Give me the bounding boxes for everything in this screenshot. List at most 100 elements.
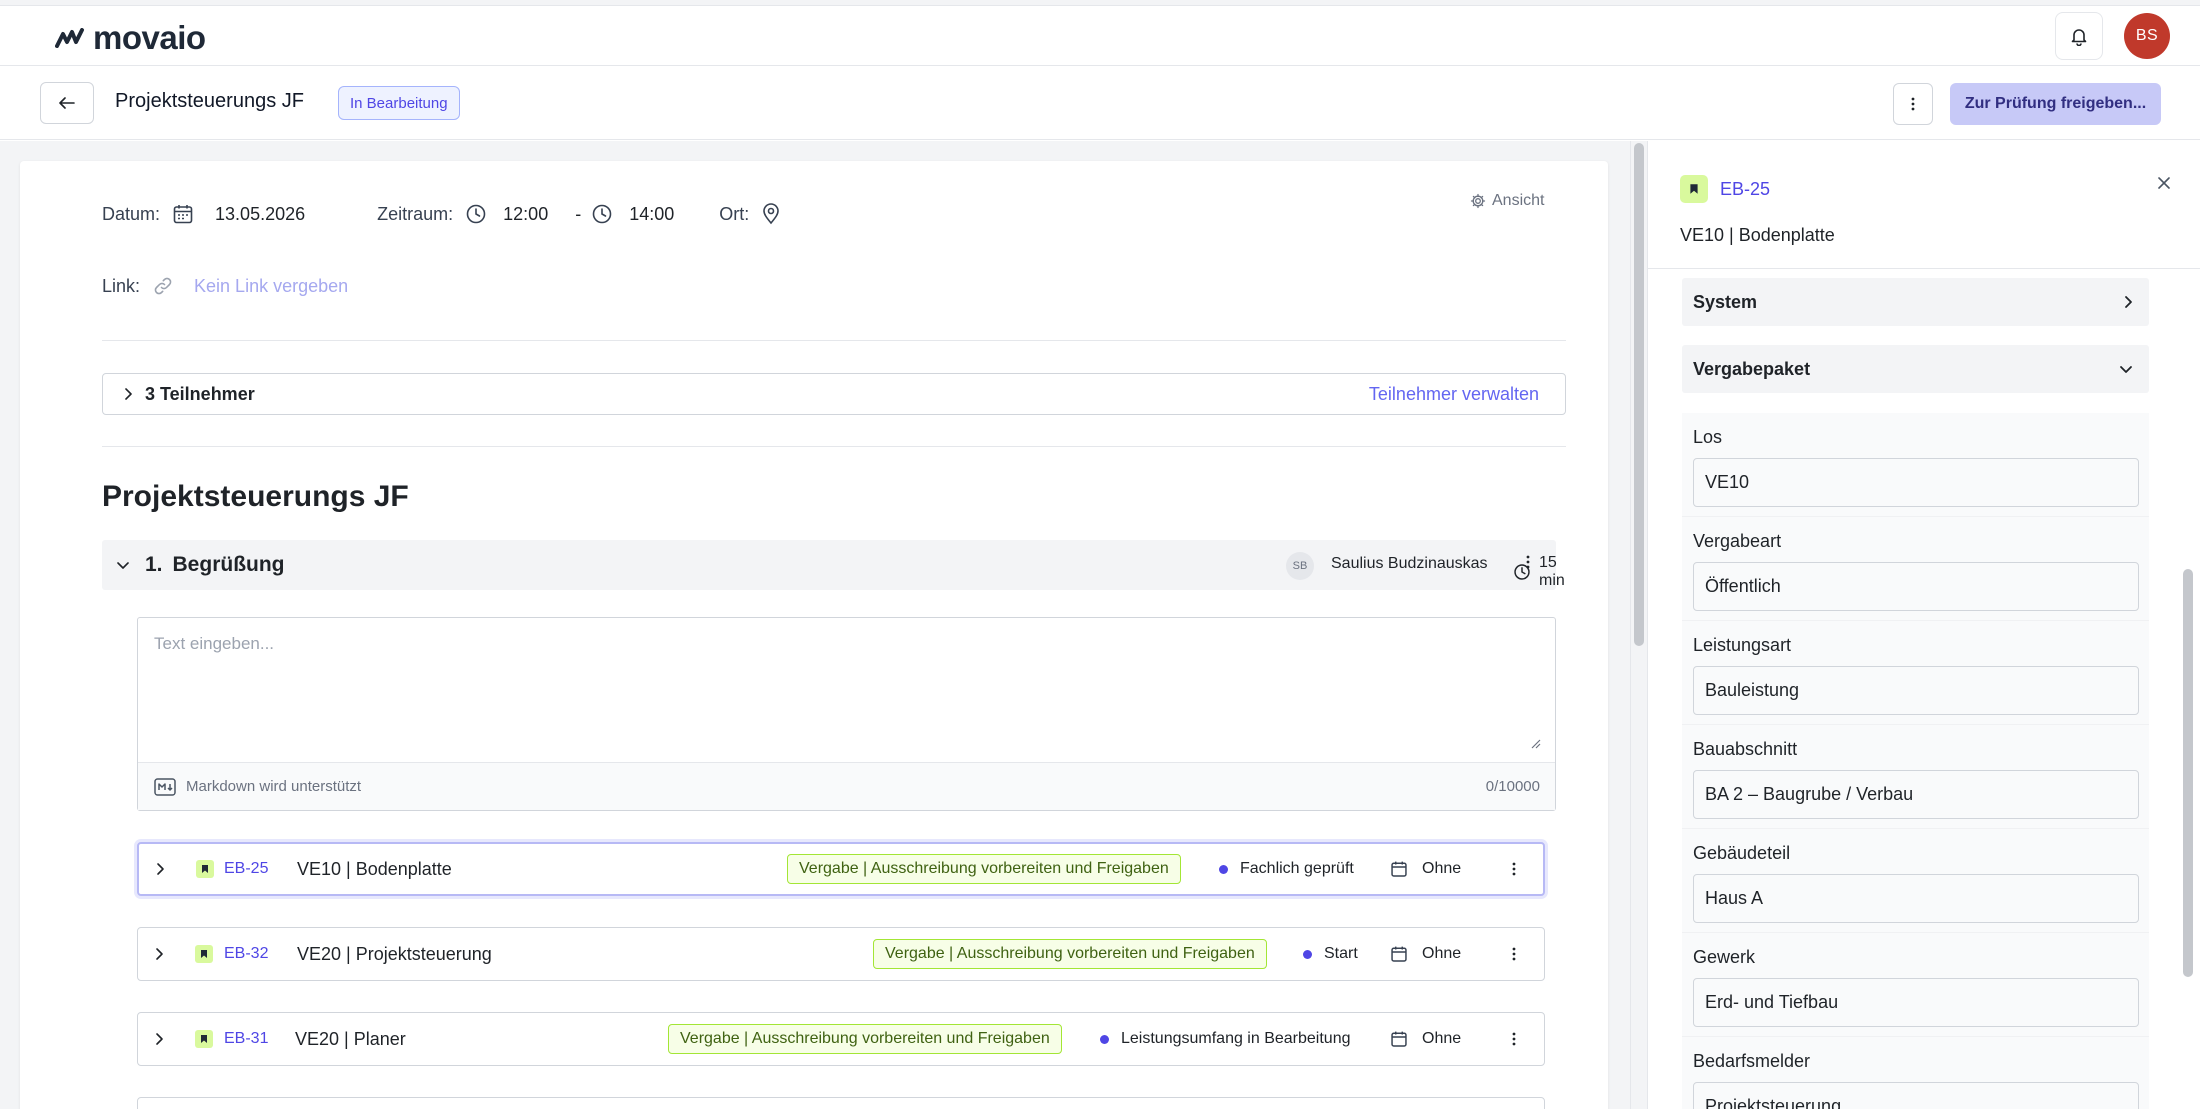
item-title[interactable]: VE20 | Projektsteuerung xyxy=(297,928,492,980)
agenda-item-number: 1. xyxy=(145,553,163,576)
submit-for-review-button[interactable]: Zur Prüfung freigeben... xyxy=(1950,83,2161,125)
field-label: Gewerk xyxy=(1693,947,1756,967)
field-bedarfsmelder: Bedarfsmelder Projektsteuerung xyxy=(1682,1037,2149,1109)
field-vergabeart: Vergabeart Öffentlich xyxy=(1682,517,2149,621)
app-bar: movaio BS xyxy=(0,6,2200,66)
list-item[interactable]: EB-32 VE20 | Projektsteuerung Vergabe | … xyxy=(137,927,1545,981)
detail-panel: EB-25 VE10 | Bodenplatte System Vergabep… xyxy=(1647,141,2200,1109)
item-due-date[interactable]: Ohne xyxy=(1390,928,1461,980)
field-label: Bauabschnitt xyxy=(1693,739,1798,759)
status-label: Fachlich geprüft xyxy=(1240,860,1354,877)
item-status[interactable]: Start xyxy=(1303,928,1358,980)
list-item[interactable]: EB-25 VE10 | Bodenplatte Vergabe | Aussc… xyxy=(137,842,1545,896)
time-separator: - xyxy=(575,203,582,224)
chevron-right-icon xyxy=(2123,295,2133,309)
meeting-meta-row: Datum: 13.05.2026 Zeitraum: 12:00 - 14:0… xyxy=(102,203,781,225)
resize-handle-icon[interactable] xyxy=(1531,736,1541,754)
agenda-item-header[interactable]: 1. Begrüßung SB Saulius Budzinauskas 15 … xyxy=(102,540,1565,590)
chevron-right-icon[interactable] xyxy=(155,844,165,894)
field-bauabschnitt: Bauabschnitt BA 2 – Baugrube / Verbau xyxy=(1682,725,2149,829)
list-item[interactable]: EB-31 VE20 | Planer Vergabe | Ausschreib… xyxy=(137,1012,1545,1066)
calendar-icon xyxy=(1390,1030,1408,1048)
close-icon[interactable] xyxy=(2156,175,2172,191)
calendar-icon[interactable] xyxy=(172,203,194,225)
item-id[interactable]: EB-31 xyxy=(224,1013,268,1065)
chevron-down-icon[interactable] xyxy=(116,560,130,570)
chevron-down-icon xyxy=(2119,364,2133,374)
arrow-left-icon xyxy=(59,97,75,109)
vergabepaket-section-toggle[interactable]: Vergabepaket xyxy=(1682,345,2149,393)
item-status[interactable]: Leistungsumfang in Bearbeitung xyxy=(1100,1013,1351,1065)
main-scrollbar[interactable] xyxy=(1630,141,1647,1109)
agenda-text-editor[interactable]: Text eingeben... Markdown wird unterstüt… xyxy=(137,617,1556,811)
participants-accordion[interactable]: 3 Teilnehmer Teilnehmer verwalten xyxy=(102,373,1566,415)
agenda-item-title[interactable]: Begrüßung xyxy=(173,553,285,577)
user-avatar[interactable]: BS xyxy=(2124,13,2170,59)
calendar-icon xyxy=(1390,945,1408,963)
field-value-input[interactable]: Haus A xyxy=(1693,874,2139,923)
time-start[interactable]: 12:00 xyxy=(503,204,548,225)
presenter-name[interactable]: Saulius Budzinauskas xyxy=(1331,555,1488,573)
link-input[interactable]: Kein Link vergeben xyxy=(194,276,348,297)
editor-placeholder: Text eingeben... xyxy=(154,634,275,653)
manage-participants-link[interactable]: Teilnehmer verwalten xyxy=(1369,384,1539,405)
page-title: Projektsteuerungs JF xyxy=(115,90,304,112)
field-label: Leistungsart xyxy=(1693,635,1792,655)
item-id[interactable]: EB-25 xyxy=(224,844,268,894)
field-value-input[interactable]: Bauleistung xyxy=(1693,666,2139,715)
view-options-button[interactable]: Ansicht xyxy=(1470,192,1544,210)
time-end[interactable]: 14:00 xyxy=(629,204,674,225)
field-value-input[interactable]: VE10 xyxy=(1693,458,2139,507)
status-label: Start xyxy=(1324,945,1358,962)
more-actions-button[interactable] xyxy=(1893,83,1933,125)
section-divider xyxy=(102,340,1566,341)
markdown-icon xyxy=(154,777,176,796)
clock-icon[interactable] xyxy=(465,203,487,225)
clock-icon[interactable] xyxy=(591,203,613,225)
chevron-right-icon[interactable] xyxy=(121,387,135,401)
chevron-right-icon[interactable] xyxy=(154,928,164,980)
time-label: Zeitraum: xyxy=(377,203,454,224)
field-value-input[interactable]: Erd- und Tiefbau xyxy=(1693,978,2139,1027)
chevron-right-icon[interactable] xyxy=(154,1013,164,1065)
field-label: Bedarfsmelder xyxy=(1693,1051,1811,1071)
section-divider xyxy=(102,446,1566,447)
panel-scrollbar[interactable] xyxy=(2179,269,2197,1109)
field-value-input[interactable]: Öffentlich xyxy=(1693,562,2139,611)
agenda-more-button[interactable] xyxy=(1518,555,1538,569)
item-status[interactable]: Fachlich geprüft xyxy=(1219,844,1354,894)
main-scrollbar-thumb[interactable] xyxy=(1634,143,1644,646)
item-id[interactable]: EB-32 xyxy=(224,928,268,980)
item-title[interactable]: VE20 | Planer xyxy=(295,1013,406,1065)
link-icon xyxy=(152,275,174,297)
map-pin-icon[interactable] xyxy=(761,203,781,225)
field-gebaeudeteil: Gebäudeteil Haus A xyxy=(1682,829,2149,933)
logo-text: movaio xyxy=(93,19,206,56)
item-due-date[interactable]: Ohne xyxy=(1390,1013,1461,1065)
status-dot xyxy=(1303,949,1312,959)
field-los: Los VE10 xyxy=(1682,413,2149,517)
status-badge: In Bearbeitung xyxy=(338,86,460,120)
field-value-input[interactable]: BA 2 – Baugrube / Verbau xyxy=(1693,770,2139,819)
item-more-button[interactable] xyxy=(1512,928,1516,980)
link-label: Link: xyxy=(102,275,141,296)
item-more-button[interactable] xyxy=(1512,1013,1516,1065)
list-item[interactable] xyxy=(137,1097,1545,1109)
item-more-button[interactable] xyxy=(1512,844,1516,894)
notifications-button[interactable] xyxy=(2055,12,2103,60)
item-title[interactable]: VE10 | Bodenplatte xyxy=(297,844,452,894)
due-label: Ohne xyxy=(1422,1030,1462,1047)
field-value-input[interactable]: Projektsteuerung xyxy=(1693,1082,2139,1109)
back-button[interactable] xyxy=(40,82,94,124)
date-label: Datum: xyxy=(102,203,161,224)
item-due-date[interactable]: Ohne xyxy=(1390,844,1461,894)
date-value[interactable]: 13.05.2026 xyxy=(215,204,305,225)
app-logo[interactable]: movaio xyxy=(55,19,206,57)
system-section-toggle[interactable]: System xyxy=(1682,278,2149,326)
status-label: Leistungsumfang in Bearbeitung xyxy=(1121,1030,1351,1047)
panel-scrollbar-thumb[interactable] xyxy=(2183,569,2193,977)
duration-value: 15 min xyxy=(1539,554,1565,589)
link-row: Link: Kein Link vergeben xyxy=(102,275,348,297)
more-vertical-icon xyxy=(1911,97,1915,111)
detail-id-label[interactable]: EB-25 xyxy=(1720,179,1770,200)
